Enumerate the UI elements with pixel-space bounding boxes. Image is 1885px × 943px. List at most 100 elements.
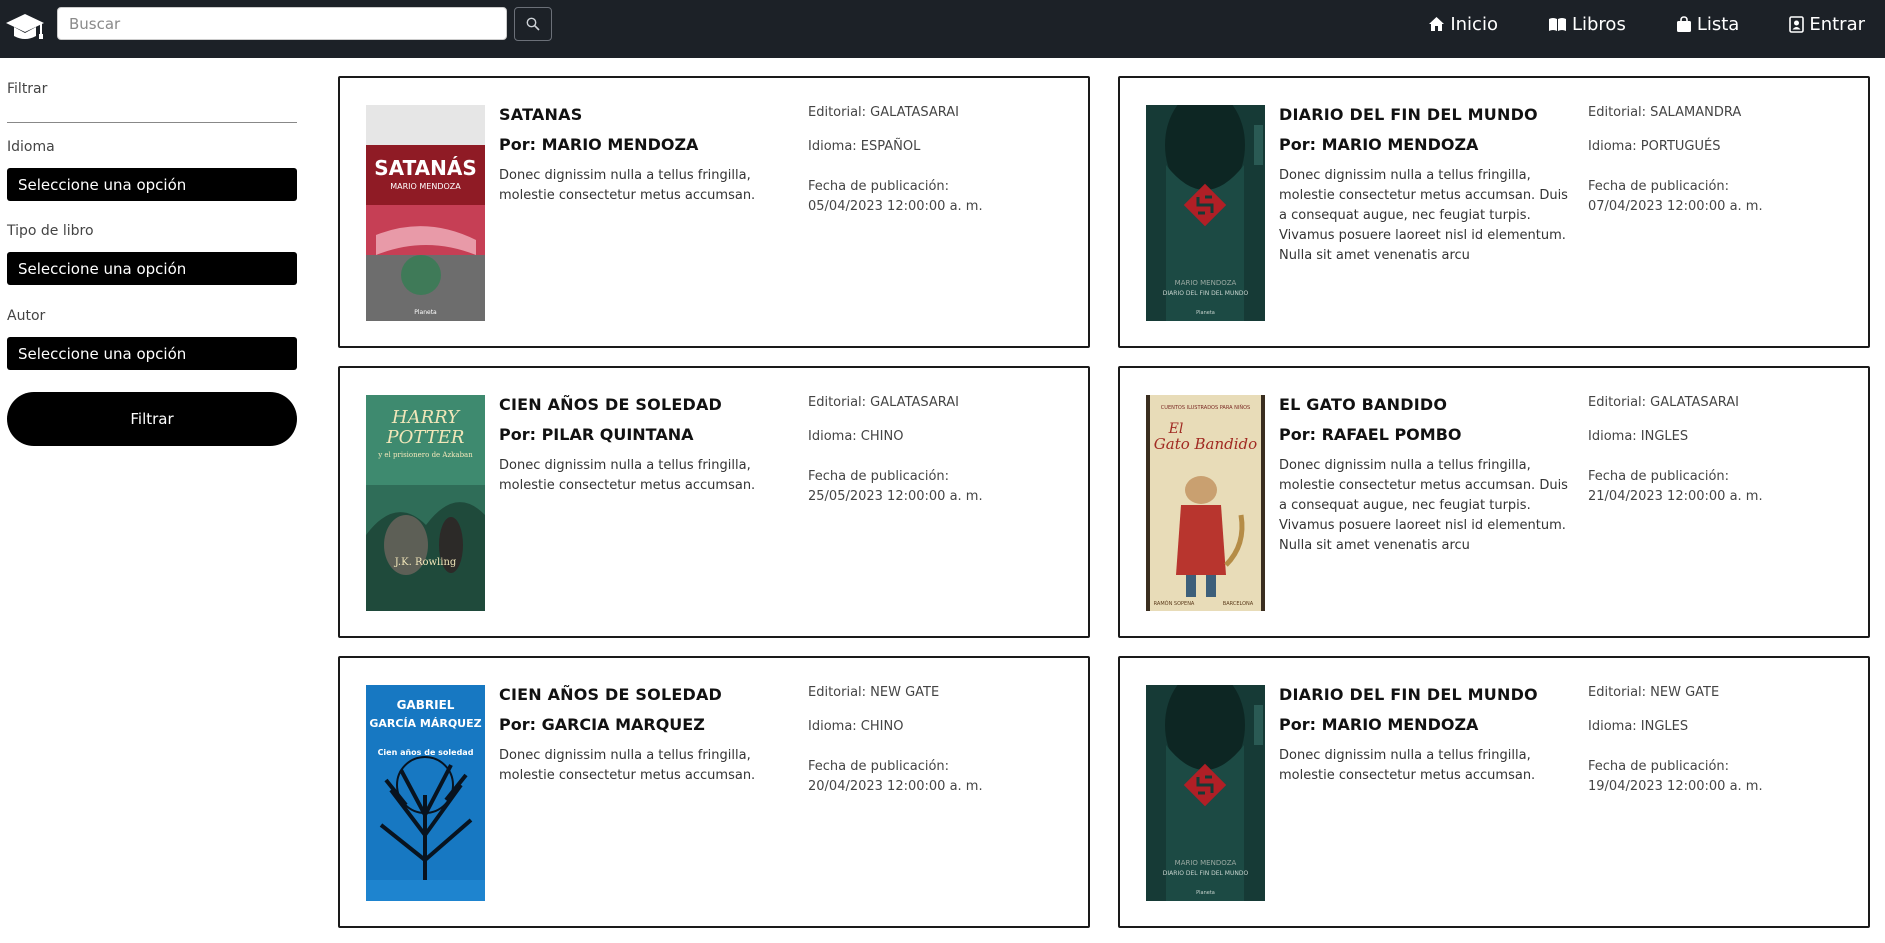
book-cover-image[interactable]: MARIO MENDOZA DIARIO DEL FIN DEL MUNDO P…: [1146, 105, 1265, 321]
book-language: Idioma: INGLES: [1588, 429, 1689, 444]
date-label: Fecha de publicación:: [1588, 759, 1730, 774]
book-card[interactable]: GABRIEL GARCÍA MÁRQUEZ Cien años de sole…: [338, 656, 1090, 928]
book-type-label: Tipo de libro: [7, 223, 94, 239]
cover-subtitle: y el prisionero de Azkaban: [377, 451, 473, 459]
nav-link-inicio[interactable]: Inicio: [1428, 14, 1498, 35]
book-type-select[interactable]: Seleccione una opción: [7, 252, 297, 285]
book-title[interactable]: CIEN AÑOS DE SOLEDAD: [499, 395, 722, 414]
book-language: Idioma: PORTUGUÉS: [1588, 139, 1721, 154]
date-value: 20/04/2023 12:00:00 a. m.: [808, 779, 983, 794]
book-card[interactable]: SATANÁS MARIO MENDOZA Planeta SATANAS Po…: [338, 76, 1090, 348]
date-value: 21/04/2023 12:00:00 a. m.: [1588, 489, 1763, 504]
graduation-cap-icon[interactable]: [5, 10, 45, 44]
home-icon: [1429, 17, 1445, 31]
cover-author: MARIO MENDOZA: [1175, 859, 1237, 867]
nav-link-label: Inicio: [1450, 13, 1498, 35]
date-label: Fecha de publicación:: [1588, 179, 1730, 194]
book-publication-date: Fecha de publicación: 25/05/2023 12:00:0…: [808, 467, 1008, 507]
date-value: 07/04/2023 12:00:00 a. m.: [1588, 199, 1763, 214]
top-navbar: Inicio Libros Lista Entrar: [0, 0, 1885, 58]
book-editorial: Editorial: SALAMANDRA: [1588, 105, 1742, 120]
book-author: Por: MARIO MENDOZA: [499, 135, 699, 154]
cover-publisher: RAMÓN SOPENA: [1154, 600, 1195, 607]
date-label: Fecha de publicación:: [808, 469, 950, 484]
book-cover-image[interactable]: HARRY POTTER y el prisionero de Azkaban …: [366, 395, 485, 611]
book-publication-date: Fecha de publicación: 20/04/2023 12:00:0…: [808, 757, 1008, 797]
book-cover-image[interactable]: CUENTOS ILUSTRADOS PARA NIÑOS El Gato Ba…: [1146, 395, 1265, 611]
search-button[interactable]: [514, 7, 552, 41]
book-description: Donec dignissim nulla a tellus fringilla…: [1279, 458, 1568, 553]
book-card[interactable]: MARIO MENDOZA DIARIO DEL FIN DEL MUNDO P…: [1118, 656, 1870, 928]
book-editorial: Editorial: NEW GATE: [1588, 685, 1720, 700]
date-value: 19/04/2023 12:00:00 a. m.: [1588, 779, 1763, 794]
cover-title-2: POTTER: [386, 427, 465, 448]
book-cover-image[interactable]: SATANÁS MARIO MENDOZA Planeta: [366, 105, 485, 321]
book-card[interactable]: CUENTOS ILUSTRADOS PARA NIÑOS El Gato Ba…: [1118, 366, 1870, 638]
book-description: Donec dignissim nulla a tellus fringilla…: [1279, 168, 1568, 263]
book-publication-date: Fecha de publicación: 05/04/2023 12:00:0…: [808, 177, 1008, 217]
book-author: Por: GARCIA MARQUEZ: [499, 715, 705, 734]
book-card[interactable]: MARIO MENDOZA DIARIO DEL FIN DEL MUNDO P…: [1118, 76, 1870, 348]
cover-city: BARCELONA: [1223, 601, 1254, 607]
book-editorial: Editorial: GALATASARAI: [1588, 395, 1740, 410]
date-label: Fecha de publicación:: [808, 759, 950, 774]
cover-series: CUENTOS ILUSTRADOS PARA NIÑOS: [1161, 404, 1250, 411]
date-label: Fecha de publicación:: [808, 179, 950, 194]
search-input[interactable]: [57, 7, 507, 40]
cover-publisher: Planeta: [414, 309, 437, 316]
book-title[interactable]: DIARIO DEL FIN DEL MUNDO: [1279, 685, 1538, 704]
book-cover-image[interactable]: GABRIEL GARCÍA MÁRQUEZ Cien años de sole…: [366, 685, 485, 901]
book-title[interactable]: CIEN AÑOS DE SOLEDAD: [499, 685, 722, 704]
book-title[interactable]: DIARIO DEL FIN DEL MUNDO: [1279, 105, 1538, 124]
book-editorial: Editorial: GALATASARAI: [808, 105, 960, 120]
nav-link-label: Lista: [1696, 13, 1740, 35]
divider: [7, 122, 297, 123]
cover-publisher: Planeta: [1196, 890, 1215, 896]
book-title[interactable]: EL GATO BANDIDO: [1279, 395, 1447, 414]
book-cover-image[interactable]: MARIO MENDOZA DIARIO DEL FIN DEL MUNDO P…: [1146, 685, 1265, 901]
date-value: 25/05/2023 12:00:00 a. m.: [808, 489, 983, 504]
cover-author: J.K. Rowling: [394, 557, 457, 568]
language-label: Idioma: [7, 139, 55, 155]
cover-title: Cien años de soledad: [378, 748, 474, 757]
filter-title: Filtrar: [7, 81, 48, 97]
book-card[interactable]: HARRY POTTER y el prisionero de Azkaban …: [338, 366, 1090, 638]
shopping-bag-icon: [1676, 15, 1691, 32]
book-language: Idioma: CHINO: [808, 719, 904, 734]
cover-publisher: Planeta: [1196, 310, 1215, 316]
book-publication-date: Fecha de publicación: 19/04/2023 12:00:0…: [1588, 757, 1788, 797]
book-title[interactable]: SATANAS: [499, 105, 582, 124]
nav-link-label: Entrar: [1809, 13, 1865, 35]
cover-author: MARIO MENDOZA: [1175, 279, 1237, 287]
nav-links: Inicio Libros Lista Entrar: [1378, 0, 1865, 48]
nav-link-entrar[interactable]: Entrar: [1789, 14, 1865, 35]
book-author: Por: PILAR QUINTANA: [499, 425, 694, 444]
book-editorial: Editorial: GALATASARAI: [808, 395, 960, 410]
date-value: 05/04/2023 12:00:00 a. m.: [808, 199, 983, 214]
search-icon: [526, 17, 540, 31]
book-editorial: Editorial: NEW GATE: [808, 685, 940, 700]
cover-title: DIARIO DEL FIN DEL MUNDO: [1163, 290, 1249, 297]
book-language: Idioma: INGLES: [1588, 719, 1689, 734]
book-publication-date: Fecha de publicación: 07/04/2023 12:00:0…: [1588, 177, 1788, 217]
book-description: Donec dignissim nulla a tellus fringilla…: [499, 748, 756, 783]
cover-title: HARRY: [391, 407, 461, 428]
cover-title: SATANÁS: [374, 156, 477, 180]
book-author: Por: MARIO MENDOZA: [1279, 135, 1479, 154]
filter-button[interactable]: Filtrar: [7, 392, 297, 446]
author-label: Autor: [7, 308, 46, 324]
book-language: Idioma: ESPAÑOL: [808, 139, 921, 154]
book-icon: [1548, 17, 1566, 31]
language-select[interactable]: Seleccione una opción: [7, 168, 297, 201]
cover-author: MARIO MENDOZA: [390, 182, 461, 191]
cover-author-first: GABRIEL: [397, 698, 455, 712]
author-select[interactable]: Seleccione una opción: [7, 337, 297, 370]
book-description: Donec dignissim nulla a tellus fringilla…: [499, 458, 756, 493]
book-description: Donec dignissim nulla a tellus fringilla…: [499, 168, 756, 203]
nav-link-lista[interactable]: Lista: [1676, 13, 1740, 35]
user-badge-icon: [1789, 15, 1805, 33]
book-description: Donec dignissim nulla a tellus fringilla…: [1279, 748, 1536, 783]
nav-link-label: Libros: [1571, 13, 1626, 35]
book-author: Por: MARIO MENDOZA: [1279, 715, 1479, 734]
nav-link-libros[interactable]: Libros: [1548, 14, 1626, 35]
